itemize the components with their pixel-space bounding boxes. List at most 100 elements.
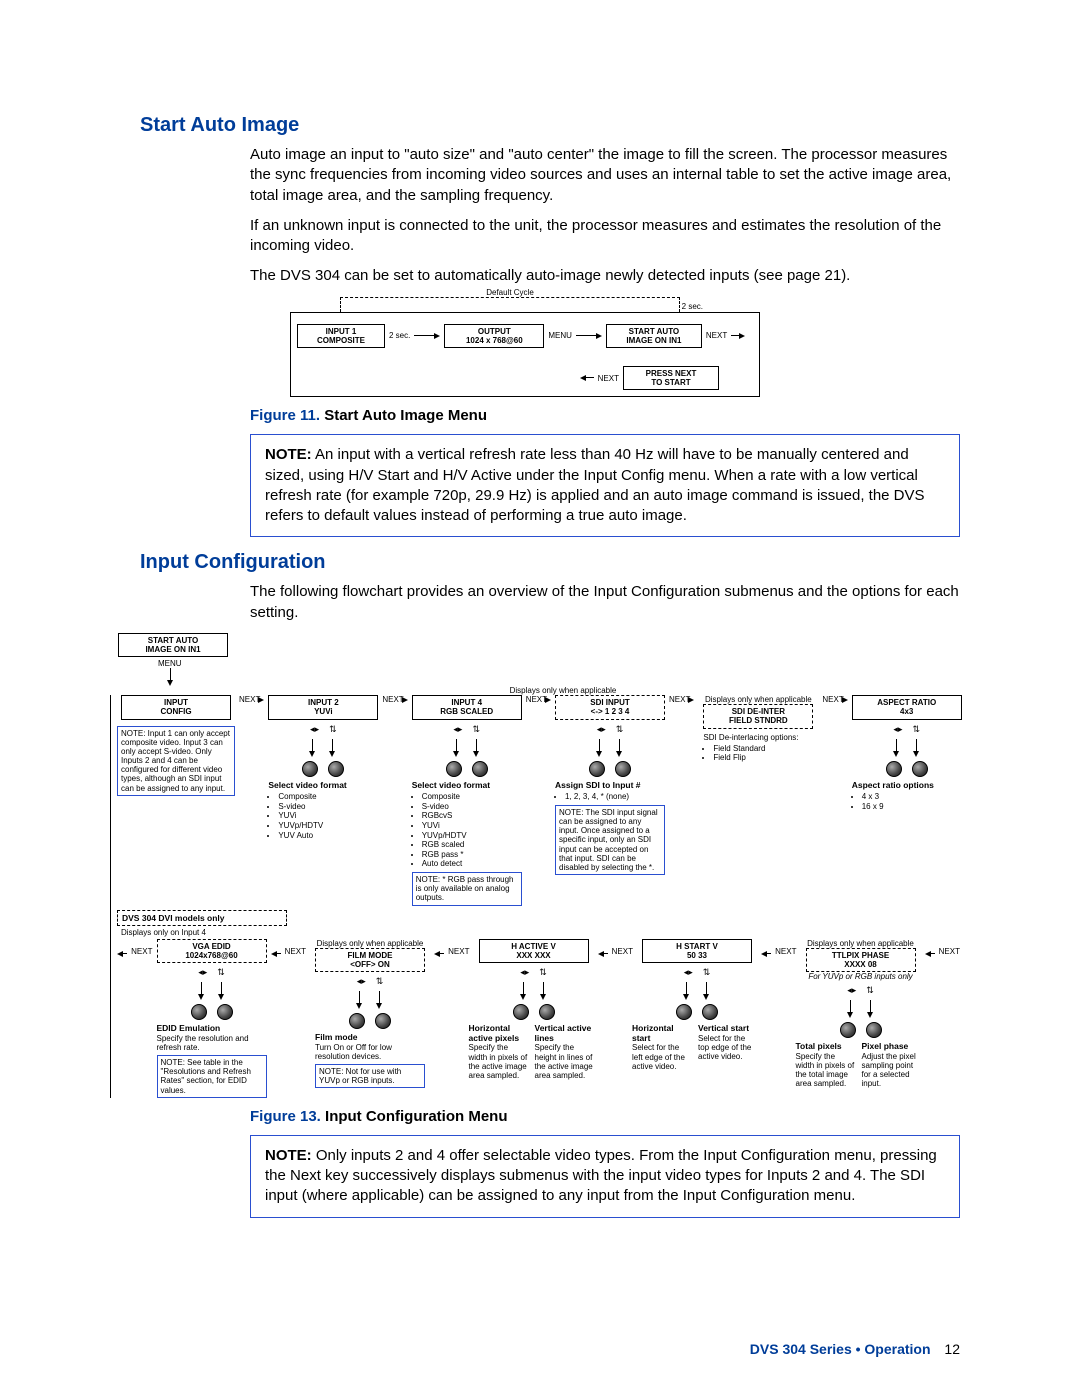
knob-icon: [191, 1004, 207, 1020]
desc-text: Select for the top edge of the active vi…: [698, 1034, 758, 1062]
paragraph: The following flowchart provides an over…: [250, 582, 960, 623]
menu-box-sdi-deinter: SDI DE-INTERFIELD STNDRD: [703, 704, 813, 728]
mini-note: NOTE: Not for use with YUVp or RGB input…: [315, 1064, 425, 1088]
arrow-right-icon: [414, 331, 440, 341]
mini-note: NOTE: See table in the "Resolutions and …: [157, 1055, 267, 1098]
knob-icon: [375, 1013, 391, 1029]
paragraph: Auto image an input to "auto size" and "…: [250, 145, 960, 206]
option-list: 1, 2, 3, 4, * (none): [555, 792, 665, 802]
menu-box-start-auto: START AUTOIMAGE ON IN1: [118, 633, 228, 657]
desc-title: Vertical start: [698, 1024, 758, 1034]
applicable-label: Displays only when applicable: [488, 686, 638, 695]
knob-icon: [472, 761, 488, 777]
figure-11-caption: Figure 11. Start Auto Image Menu: [250, 407, 960, 424]
arrow-left-icon: [761, 949, 771, 959]
knob-icon: [513, 1004, 529, 1020]
menu-box-sdi-input: SDI INPUT<-> 1 2 3 4: [555, 695, 665, 719]
menu-box-press-next: PRESS NEXTTO START: [623, 366, 719, 390]
next-label: NEXT: [775, 947, 796, 956]
arrow-right-icon: [576, 331, 602, 341]
knob-icon: [676, 1004, 692, 1020]
desc-title: Assign SDI to Input #: [555, 781, 665, 791]
knob-icon: [539, 1004, 555, 1020]
next-label: NEXT: [526, 695, 547, 704]
paragraph: The DVS 304 can be set to automatically …: [250, 266, 960, 286]
menu-box-start-auto: START AUTOIMAGE ON IN1: [606, 324, 702, 348]
arrow-down-icon: [472, 739, 482, 757]
up-down-icon: ⇅: [329, 724, 337, 735]
left-right-icon: ◂▸: [597, 724, 606, 735]
next-label: NEXT: [285, 947, 306, 956]
menu-box-input1: INPUT 1COMPOSITE: [297, 324, 385, 348]
left-right-icon: ◂▸: [893, 724, 902, 735]
timing-label: 2 sec.: [682, 302, 703, 311]
knob-icon: [615, 761, 631, 777]
note-box: NOTE: An input with a vertical refresh r…: [250, 434, 960, 537]
note-box: NOTE: Only inputs 2 and 4 offer selectab…: [250, 1135, 960, 1218]
desc-title: Pixel phase: [862, 1042, 922, 1052]
arrow-down-icon: [702, 982, 712, 1000]
knob-icon: [328, 761, 344, 777]
mini-note: NOTE: * RGB pass through is only availab…: [412, 872, 522, 906]
default-cycle-label: Default Cycle: [482, 288, 538, 297]
arrow-left-icon: [117, 949, 127, 959]
option-list: 4 x 3 16 x 9: [852, 792, 962, 811]
menu-box-film-mode: FILM MODE<OFF> ON: [315, 948, 425, 972]
page: Start Auto Image Auto image an input to …: [0, 0, 1080, 1397]
menu-box-input-config: INPUTCONFIG: [121, 695, 231, 719]
desc-title: Total pixels: [796, 1042, 856, 1052]
arrow-down-icon: [308, 739, 318, 757]
arrow-down-icon: [912, 739, 922, 757]
arrow-down-icon: [328, 739, 338, 757]
next-label: NEXT: [382, 695, 403, 704]
heading-start-auto-image: Start Auto Image: [140, 114, 960, 137]
arrow-down-icon: [595, 739, 605, 757]
arrow-down-icon: [866, 1000, 876, 1018]
desc-title: Select video format: [268, 781, 378, 791]
knob-icon: [446, 761, 462, 777]
arrow-down-icon: [375, 991, 385, 1009]
arrow-left-icon: [271, 949, 281, 959]
next-label: NEXT: [669, 695, 690, 704]
menu-box-vga-edid: VGA EDID1024x768@60: [157, 939, 267, 963]
left-right-icon: ◂▸: [198, 967, 207, 978]
paragraph: If an unknown input is connected to the …: [250, 216, 960, 257]
next-label: NEXT: [612, 947, 633, 956]
arrow-down-icon: [846, 1000, 856, 1018]
left-right-icon: ◂▸: [357, 976, 366, 987]
figure-13-caption: Figure 13. Input Configuration Menu: [250, 1108, 960, 1125]
knob-icon: [886, 761, 902, 777]
knob-icon: [217, 1004, 233, 1020]
arrow-left-icon: [580, 373, 594, 383]
menu-box-input4: INPUT 4RGB SCALED: [412, 695, 522, 719]
menu-label: MENU: [548, 331, 572, 340]
arrow-down-icon: [539, 982, 549, 1000]
up-down-icon: ⇅: [866, 985, 874, 996]
desc-text: Adjust the pixel sampling point for a se…: [862, 1052, 922, 1089]
knob-icon: [349, 1013, 365, 1029]
menu-box-ttlpix-phase: TTLPIX PHASEXXXX 08: [806, 948, 916, 972]
menu-box-output: OUTPUT1024 x 768@60: [444, 324, 544, 348]
timing-label: 2 sec.: [389, 331, 410, 340]
desc-text: Specify the resolution and refresh rate.: [157, 1034, 267, 1052]
next-label: NEXT: [131, 947, 152, 956]
up-down-icon: ⇅: [912, 724, 920, 735]
knob-icon: [302, 761, 318, 777]
left-right-icon: ◂▸: [520, 967, 529, 978]
up-down-icon: ⇅: [703, 967, 711, 978]
up-down-icon: ⇅: [217, 967, 225, 978]
arrow-down-icon: [452, 739, 462, 757]
desc-text: Specify the width in pixels of the activ…: [469, 1043, 529, 1080]
sub-label: For YUVp or RGB inputs only: [808, 972, 912, 981]
arrow-left-icon: [434, 949, 444, 959]
arrow-down-icon: [615, 739, 625, 757]
left-right-icon: ◂▸: [684, 967, 693, 978]
next-label: NEXT: [706, 331, 727, 340]
dvi-only-label: DVS 304 DVI models only: [117, 910, 287, 926]
next-label: NEXT: [598, 374, 619, 383]
next-label: NEXT: [822, 695, 843, 704]
left-right-icon: ◂▸: [310, 724, 319, 735]
mini-note: NOTE: Input 1 can only accept composite …: [117, 726, 235, 796]
option-list: CompositeS-video RGBcvSYUVi YUVp/HDTVRGB…: [412, 792, 522, 869]
left-right-icon: ◂▸: [453, 724, 462, 735]
